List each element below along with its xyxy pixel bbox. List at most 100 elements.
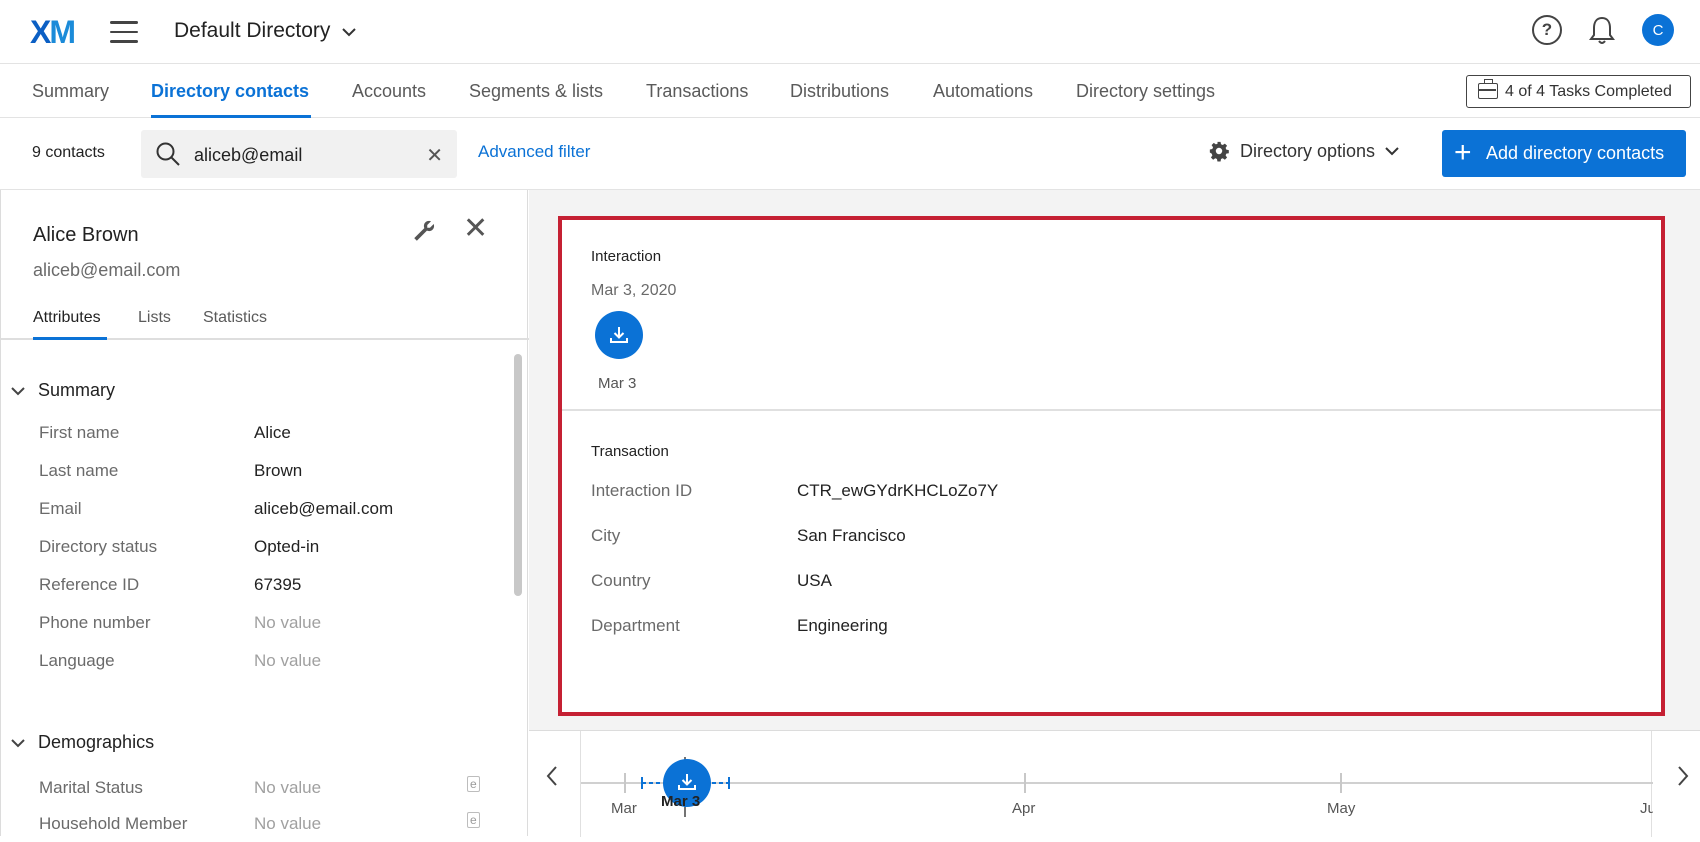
attr-label: Household Member — [39, 814, 188, 833]
scrollbar[interactable] — [514, 354, 522, 596]
timeline-month-label: Ju — [1640, 800, 1653, 817]
attr-value: No value — [254, 814, 322, 833]
attr-value: Brown — [254, 461, 303, 480]
timeline-month-label: May — [1327, 800, 1356, 817]
top-bar: XM Default Directory ? C — [0, 0, 1700, 64]
section-summary-title: Summary — [38, 380, 116, 400]
attr-label: Language — [39, 651, 115, 670]
embedded-data-badge: e — [467, 776, 480, 792]
bell-icon[interactable] — [1588, 15, 1616, 45]
chevron-down-icon — [342, 28, 356, 37]
active-subtab-indicator — [33, 337, 107, 340]
attr-label: Email — [39, 499, 82, 518]
attr-value: 67395 — [254, 575, 302, 594]
transaction-label: Transaction — [591, 443, 669, 460]
avatar-letter: C — [1652, 21, 1664, 39]
directory-options-button[interactable]: Directory options — [1208, 140, 1399, 162]
tab-directory-settings[interactable]: Directory settings — [1076, 81, 1215, 102]
tab-distributions[interactable]: Distributions — [790, 81, 889, 102]
clear-search-icon[interactable]: ✕ — [426, 143, 443, 168]
interaction-event-button[interactable] — [595, 311, 643, 359]
close-icon[interactable]: ✕ — [463, 214, 488, 244]
timeline-track-area: Mar 3 Mar Apr May Ju — [580, 731, 1656, 837]
timeline-next-button[interactable] — [1676, 765, 1690, 794]
tab-summary[interactable]: Summary — [32, 81, 109, 102]
contact-name: Alice Brown — [33, 224, 139, 246]
tab-lists[interactable]: Lists — [138, 309, 171, 327]
event-date-label: Mar 3 — [598, 375, 637, 392]
timeline-month-label: Apr — [1012, 800, 1035, 817]
top-icons: ? C — [1532, 14, 1674, 46]
attr-value: Alice — [254, 423, 291, 442]
attr-label: Reference ID — [39, 575, 140, 594]
timeline-svg: Mar 3 Mar Apr May Ju — [581, 757, 1656, 817]
plus-icon: + — [1454, 136, 1472, 169]
add-directory-contacts-button[interactable]: + Add directory contacts — [1442, 130, 1686, 177]
timeline-event-label: Mar 3 — [661, 793, 700, 810]
tasks-completed-button[interactable]: 4 of 4 Tasks Completed — [1466, 75, 1691, 108]
help-glyph: ? — [1541, 20, 1553, 39]
search-icon — [156, 142, 180, 166]
section-demographics-toggle[interactable]: Demographics — [11, 732, 154, 753]
chevron-down-icon — [1385, 147, 1399, 156]
directory-title: Default Directory — [174, 19, 331, 42]
tasks-label: 4 of 4 Tasks Completed — [1505, 82, 1672, 100]
divider — [562, 409, 1661, 411]
tab-attributes[interactable]: Attributes — [33, 309, 101, 327]
interaction-date: Mar 3, 2020 — [591, 282, 677, 299]
search-input[interactable] — [194, 142, 414, 168]
chevron-right-icon — [1678, 766, 1689, 786]
tx-field-label: Interaction ID — [591, 481, 693, 500]
chevron-left-icon — [546, 766, 557, 786]
logo-x: X — [30, 14, 51, 50]
interaction-card: Interaction Mar 3, 2020 Mar 3 Transactio… — [558, 216, 1665, 716]
contacts-count: 9 contacts — [32, 144, 105, 161]
tx-field-value: CTR_ewGYdrKHCLoZo7Y — [797, 481, 999, 500]
tab-segments-lists[interactable]: Segments & lists — [469, 81, 603, 102]
attr-label: Marital Status — [39, 778, 143, 797]
advanced-filter-link[interactable]: Advanced filter — [478, 142, 590, 162]
interaction-panel: Interaction Mar 3, 2020 Mar 3 Transactio… — [529, 190, 1700, 837]
tab-transactions[interactable]: Transactions — [646, 81, 748, 102]
attr-value: No value — [254, 651, 322, 670]
tab-accounts[interactable]: Accounts — [352, 81, 426, 102]
chevron-down-icon — [11, 739, 25, 748]
wrench-icon[interactable] — [411, 218, 437, 244]
logo-m: M — [49, 14, 76, 50]
avatar[interactable]: C — [1642, 14, 1674, 46]
menu-icon[interactable] — [110, 21, 138, 43]
chevron-down-icon — [11, 387, 25, 396]
download-icon — [610, 327, 628, 343]
search-box: ✕ — [141, 130, 457, 178]
help-icon[interactable]: ? — [1532, 15, 1562, 45]
attr-value: No value — [254, 613, 322, 632]
tx-field-value: San Francisco — [797, 526, 906, 545]
tab-directory-contacts[interactable]: Directory contacts — [151, 81, 309, 102]
attr-value: No value — [254, 778, 322, 797]
gear-icon — [1209, 141, 1229, 162]
xm-logo[interactable]: XM — [30, 14, 76, 51]
tab-automations[interactable]: Automations — [933, 81, 1033, 102]
briefcase-icon — [1478, 79, 1498, 99]
directory-options-label: Directory options — [1240, 140, 1376, 161]
section-summary-toggle[interactable]: Summary — [11, 380, 115, 401]
directory-nav: Summary Directory contacts Accounts Segm… — [0, 64, 1700, 118]
timeline-prev-button[interactable] — [545, 765, 559, 794]
attr-value: aliceb@email.com — [254, 499, 394, 518]
attr-label: Last name — [39, 461, 119, 480]
section-demographics-title: Demographics — [38, 732, 155, 752]
contact-tabs: Attributes Lists Statistics — [1, 300, 529, 340]
attr-value: Opted-in — [254, 537, 320, 556]
contact-email: aliceb@email.com — [33, 260, 181, 280]
embedded-data-badge: e — [467, 812, 480, 828]
attr-label: First name — [39, 423, 120, 442]
tx-field-value: Engineering — [797, 616, 888, 635]
timeline: Mar 3 Mar Apr May Ju — [529, 730, 1700, 837]
tab-statistics[interactable]: Statistics — [203, 309, 267, 327]
attr-label: Phone number — [39, 613, 151, 632]
contact-detail-panel: Alice Brown aliceb@email.com ✕ Attribute… — [0, 190, 529, 836]
filter-bar: 9 contacts ✕ Advanced filter Directory o… — [0, 118, 1700, 190]
attr-label: Directory status — [39, 537, 158, 556]
directory-selector[interactable]: Default Directory — [174, 19, 356, 43]
tx-field-label: Country — [591, 571, 651, 590]
